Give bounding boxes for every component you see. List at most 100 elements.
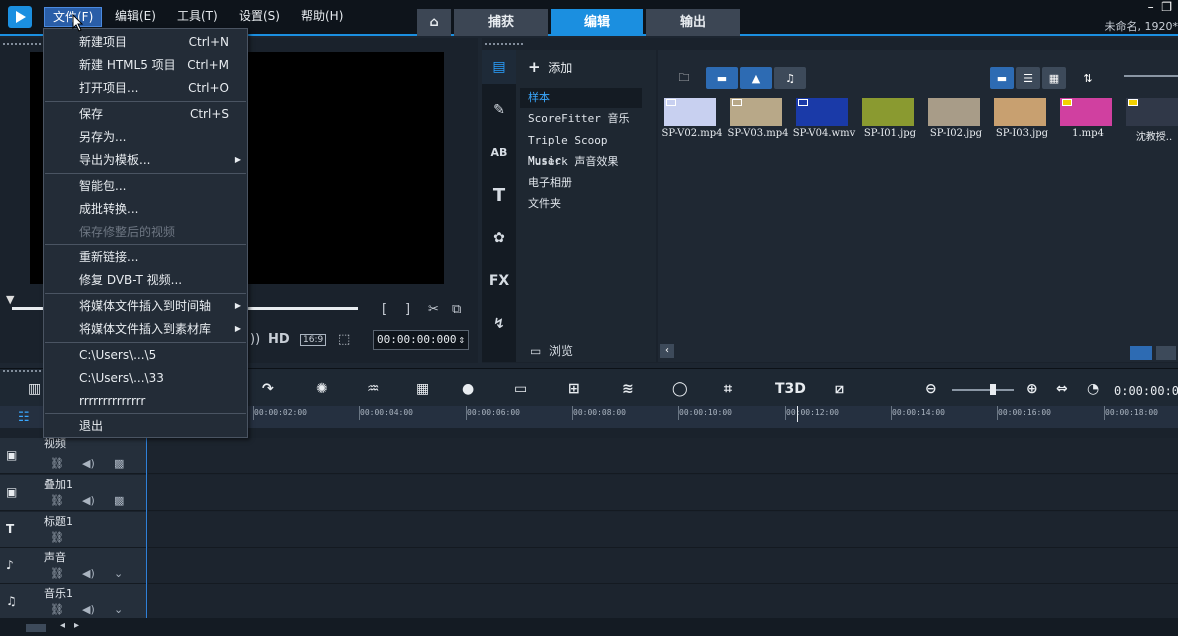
media-thumb[interactable]: SP-V02.mp4 [660,96,723,160]
storyboard-view-icon[interactable]: ▥ [28,381,41,397]
menu-tools[interactable]: 工具(T) [169,7,226,27]
menu-help[interactable]: 帮助(H) [293,7,351,27]
track-header-title[interactable]: T 标题1 ⛓ [0,512,146,548]
3d-title-icon[interactable]: T3D [775,381,806,397]
panel-grip[interactable] [2,369,42,373]
menu-insert-to-timeline[interactable]: 将媒体文件插入到时间轴 ▶ [44,295,247,317]
tab-edit[interactable]: 编辑 [551,9,643,36]
mute-icon[interactable]: ◀) [82,494,95,507]
menu-new-html5-project[interactable]: 新建 HTML5 项目 Ctrl+M [44,54,247,76]
crop-icon[interactable]: ⬚ [338,332,350,347]
link-icon[interactable]: ⛓ [50,457,64,470]
panel-layout-toggle[interactable] [1156,346,1176,360]
scroll-right-icon[interactable]: ▸ [74,620,79,631]
menu-settings[interactable]: 设置(S) [231,7,288,27]
color-correction-icon[interactable]: ✺ [316,381,328,397]
filter-icon[interactable]: FX [482,264,516,298]
menu-smart-package[interactable]: 智能包... [44,175,247,197]
title-icon[interactable]: T [482,178,516,212]
menu-batch-convert[interactable]: 成批转换... [44,198,247,220]
track-manager-icon[interactable]: ☷ [18,410,30,425]
add-folder-button[interactable]: + 添加 [528,58,572,76]
menu-exit[interactable]: 退出 [44,415,247,437]
folder-item[interactable]: Muserk 声音效果 [520,152,642,172]
playhead-marker[interactable] [797,406,798,422]
panel-grip[interactable] [2,42,42,46]
volume-icon[interactable]: )) [250,332,260,347]
show-photo-button[interactable]: ▲ [740,67,772,89]
link-icon[interactable]: ⛓ [50,603,64,616]
auto-fit-icon[interactable]: ⌗ [724,381,732,397]
transition-icon[interactable]: AB [482,135,516,169]
media-thumb[interactable]: SP-I02.jpg [924,96,986,160]
folder-item[interactable]: 电子相册 [520,173,642,193]
menu-edit[interactable]: 编辑(E) [107,7,164,27]
track-lane-video[interactable] [148,438,1178,474]
track-header-voice[interactable]: ♪ 声音 ⛓ ◀) ⌄ [0,548,146,584]
ripple-edit-icon[interactable]: ▩ [114,457,124,470]
track-lane-title[interactable] [148,512,1178,548]
playhead[interactable] [146,428,147,618]
enlarge-icon[interactable]: ⧉ [452,302,461,317]
subtitle-icon[interactable]: ▭ [514,381,527,397]
view-thumb-icon[interactable]: ▬ [990,67,1014,89]
view-grid-icon[interactable]: ▦ [1042,67,1066,89]
ripple-edit-icon[interactable]: ▩ [114,494,124,507]
media-thumb[interactable]: 1.mp4 [1056,96,1118,160]
track-header-video[interactable]: ▣ 视频 ⛓ ◀) ▩ [0,437,146,474]
media-thumb[interactable]: SP-V03.mp4 [726,96,789,160]
menu-insert-to-library[interactable]: 将媒体文件插入到素材库 ▶ [44,318,247,340]
path-icon[interactable]: ↯ [482,307,516,341]
track-header-music[interactable]: ♫ 音乐1 ⛓ ◀) ⌄ [0,584,146,620]
mute-icon[interactable]: ◀) [82,603,95,616]
zoom-in-icon[interactable]: ⊕ [1026,381,1038,397]
link-icon[interactable]: ⛓ [50,531,64,544]
smart-render-icon[interactable]: ⧄ [835,381,844,397]
folder-item[interactable]: Triple Scoop Music [520,131,642,167]
menu-recent-file[interactable]: rrrrrrrrrrrrrr [44,390,247,412]
duration-icon[interactable]: ◔ [1087,381,1099,397]
folder-item[interactable]: 样本 [520,88,642,108]
scroll-left-icon[interactable]: ‹ [660,344,674,358]
show-video-button[interactable]: ▬ [706,67,738,89]
menu-save[interactable]: 保存 Ctrl+S [44,103,247,125]
mute-icon[interactable]: ◀) [82,457,95,470]
expand-icon[interactable]: ⌄ [114,567,123,580]
menu-repair-dvbt[interactable]: 修复 DVB-T 视频... [44,269,247,291]
menu-open-project[interactable]: 打开项目... Ctrl+O [44,77,247,99]
sort-icon[interactable]: ⇅ [1078,67,1098,89]
motion-tracking-icon[interactable]: ≋ [622,381,634,397]
menu-recent-file[interactable]: C:\Users\...\5 [44,344,247,366]
menu-new-project[interactable]: 新建项目 Ctrl+N [44,31,247,53]
expand-icon[interactable]: ⌄ [114,603,123,616]
menu-save-as[interactable]: 另存为... [44,126,247,148]
scrubber-handle[interactable]: ▼ [6,293,16,306]
split-clip-icon[interactable]: ✂ [428,302,439,317]
zoom-slider-handle[interactable] [990,384,996,395]
multi-camera-icon[interactable]: ▦ [416,381,429,397]
add-track-icon[interactable] [26,624,46,632]
mask-creator-icon[interactable]: ● [462,381,474,397]
pan-zoom-icon[interactable]: ◯ [672,381,688,397]
tab-share[interactable]: 输出 [646,9,740,36]
redo-icon[interactable]: ↷ [262,381,274,397]
import-media-icon[interactable]: 🗀 [672,67,696,89]
timecode-field[interactable]: 00:00:00:000 ⇕ [373,330,469,350]
minimize-icon[interactable]: – [1148,0,1154,14]
view-list-icon[interactable]: ☰ [1016,67,1040,89]
zoom-slider[interactable] [952,389,1014,391]
menu-export-template[interactable]: 导出为模板... ▶ [44,149,247,171]
show-audio-button[interactable]: ♫ [774,67,806,89]
thumb-size-slider[interactable] [1124,75,1178,77]
panel-grip[interactable] [484,42,524,46]
zoom-out-icon[interactable]: ⊖ [925,381,937,397]
window-controls[interactable]: – ❐ [1148,0,1172,14]
home-tab[interactable]: ⌂ [417,9,451,36]
media-icon[interactable]: ▤ [482,50,516,84]
library-view-toggle[interactable] [1130,346,1152,360]
split-screen-icon[interactable]: ⊞ [568,381,580,397]
track-lane-music[interactable] [148,584,1178,620]
timecode-spinner-icon[interactable]: ⇕ [458,331,465,349]
track-header-overlay[interactable]: ▣ 叠加1 ⛓ ◀) ▩ [0,475,146,511]
track-lane-overlay[interactable] [148,475,1178,511]
